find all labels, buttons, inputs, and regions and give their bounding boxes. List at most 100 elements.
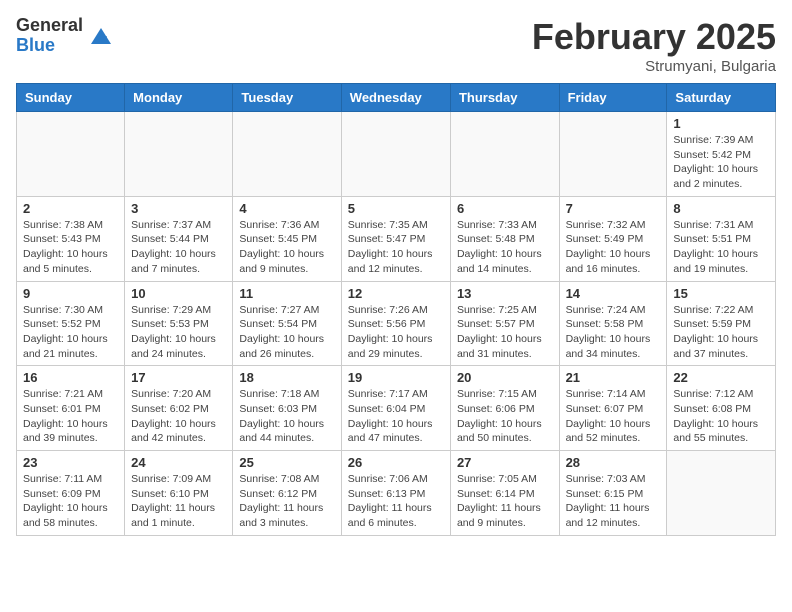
day-number: 13: [457, 286, 553, 301]
day-number: 19: [348, 370, 444, 385]
day-info: Sunrise: 7:35 AM Sunset: 5:47 PM Dayligh…: [348, 218, 444, 277]
day-number: 15: [673, 286, 769, 301]
empty-day: [341, 112, 450, 197]
day-info: Sunrise: 7:09 AM Sunset: 6:10 PM Dayligh…: [131, 472, 226, 531]
day-number: 14: [566, 286, 661, 301]
calendar-day: 11 Sunrise: 7:27 AM Sunset: 5:54 PM Dayli…: [233, 281, 341, 366]
calendar-day: 8 Sunrise: 7:31 AM Sunset: 5:51 PM Daylig…: [667, 196, 776, 281]
day-info: Sunrise: 7:20 AM Sunset: 6:02 PM Dayligh…: [131, 387, 226, 446]
calendar-day: 16 Sunrise: 7:21 AM Sunset: 6:01 PM Dayli…: [17, 366, 125, 451]
day-info: Sunrise: 7:39 AM Sunset: 5:42 PM Dayligh…: [673, 133, 769, 192]
day-info: Sunrise: 7:18 AM Sunset: 6:03 PM Dayligh…: [239, 387, 334, 446]
day-number: 21: [566, 370, 661, 385]
day-info: Sunrise: 7:17 AM Sunset: 6:04 PM Dayligh…: [348, 387, 444, 446]
day-number: 23: [23, 455, 118, 470]
calendar-day: 12 Sunrise: 7:26 AM Sunset: 5:56 PM Dayli…: [341, 281, 450, 366]
empty-day: [667, 451, 776, 536]
calendar-day: 21 Sunrise: 7:14 AM Sunset: 6:07 PM Dayli…: [559, 366, 667, 451]
weekday-header: Saturday: [667, 84, 776, 112]
logo-text: General Blue: [16, 16, 83, 56]
day-number: 22: [673, 370, 769, 385]
calendar-day: 7 Sunrise: 7:32 AM Sunset: 5:49 PM Daylig…: [559, 196, 667, 281]
weekday-header: Tuesday: [233, 84, 341, 112]
calendar-day: 3Sunrise: 7:37 AM Sunset: 5:44 PM Daylig…: [125, 196, 233, 281]
day-info: Sunrise: 7:11 AM Sunset: 6:09 PM Dayligh…: [23, 472, 118, 531]
calendar-day: 19 Sunrise: 7:17 AM Sunset: 6:04 PM Dayli…: [341, 366, 450, 451]
calendar-day: 23 Sunrise: 7:11 AM Sunset: 6:09 PM Dayli…: [17, 451, 125, 536]
day-info: Sunrise: 7:27 AM Sunset: 5:54 PM Dayligh…: [239, 303, 334, 362]
calendar-day: 17 Sunrise: 7:20 AM Sunset: 6:02 PM Dayli…: [125, 366, 233, 451]
day-number: 25: [239, 455, 334, 470]
day-number: 24: [131, 455, 226, 470]
calendar-day: 4 Sunrise: 7:36 AM Sunset: 5:45 PM Daylig…: [233, 196, 341, 281]
day-number: 28: [566, 455, 661, 470]
calendar-day: 1Sunrise: 7:39 AM Sunset: 5:42 PM Daylig…: [667, 112, 776, 197]
day-number: 18: [239, 370, 334, 385]
day-info: Sunrise: 7:25 AM Sunset: 5:57 PM Dayligh…: [457, 303, 553, 362]
weekday-header: Thursday: [450, 84, 559, 112]
calendar-day: 27 Sunrise: 7:05 AM Sunset: 6:14 PM Dayli…: [450, 451, 559, 536]
day-info: Sunrise: 7:06 AM Sunset: 6:13 PM Dayligh…: [348, 472, 444, 531]
day-info: Sunrise: 7:03 AM Sunset: 6:15 PM Dayligh…: [566, 472, 661, 531]
day-number: 26: [348, 455, 444, 470]
day-info: Sunrise: 7:08 AM Sunset: 6:12 PM Dayligh…: [239, 472, 334, 531]
day-number: 20: [457, 370, 553, 385]
logo: General Blue: [16, 16, 115, 56]
day-info: Sunrise: 7:33 AM Sunset: 5:48 PM Dayligh…: [457, 218, 553, 277]
day-info: Sunrise: 7:12 AM Sunset: 6:08 PM Dayligh…: [673, 387, 769, 446]
empty-day: [17, 112, 125, 197]
day-number: 5: [348, 201, 444, 216]
logo-blue: Blue: [16, 36, 83, 56]
day-number: 2: [23, 201, 118, 216]
day-info: Sunrise: 7:24 AM Sunset: 5:58 PM Dayligh…: [566, 303, 661, 362]
weekday-header: Sunday: [17, 84, 125, 112]
day-info: Sunrise: 7:05 AM Sunset: 6:14 PM Dayligh…: [457, 472, 553, 531]
day-info: Sunrise: 7:30 AM Sunset: 5:52 PM Dayligh…: [23, 303, 118, 362]
calendar-day: 28 Sunrise: 7:03 AM Sunset: 6:15 PM Dayli…: [559, 451, 667, 536]
day-number: 12: [348, 286, 444, 301]
day-number: 27: [457, 455, 553, 470]
weekday-header: Monday: [125, 84, 233, 112]
calendar-day: 13 Sunrise: 7:25 AM Sunset: 5:57 PM Dayli…: [450, 281, 559, 366]
empty-day: [559, 112, 667, 197]
day-info: Sunrise: 7:32 AM Sunset: 5:49 PM Dayligh…: [566, 218, 661, 277]
day-info: Sunrise: 7:14 AM Sunset: 6:07 PM Dayligh…: [566, 387, 661, 446]
page-header: General Blue February 2025 Strumyani, Bu…: [16, 16, 776, 75]
month-title: February 2025: [532, 16, 776, 58]
calendar-day: 18 Sunrise: 7:18 AM Sunset: 6:03 PM Dayli…: [233, 366, 341, 451]
calendar-day: 26 Sunrise: 7:06 AM Sunset: 6:13 PM Dayli…: [341, 451, 450, 536]
title-area: February 2025 Strumyani, Bulgaria: [532, 16, 776, 75]
calendar-day: 24 Sunrise: 7:09 AM Sunset: 6:10 PM Dayli…: [125, 451, 233, 536]
day-info: Sunrise: 7:37 AM Sunset: 5:44 PM Dayligh…: [131, 218, 226, 277]
calendar-day: 5 Sunrise: 7:35 AM Sunset: 5:47 PM Daylig…: [341, 196, 450, 281]
empty-day: [233, 112, 341, 197]
calendar-day: 2 Sunrise: 7:38 AM Sunset: 5:43 PM Daylig…: [17, 196, 125, 281]
calendar-day: 22 Sunrise: 7:12 AM Sunset: 6:08 PM Dayli…: [667, 366, 776, 451]
day-info: Sunrise: 7:31 AM Sunset: 5:51 PM Dayligh…: [673, 218, 769, 277]
calendar-day: 25 Sunrise: 7:08 AM Sunset: 6:12 PM Dayli…: [233, 451, 341, 536]
empty-day: [450, 112, 559, 197]
day-number: 10: [131, 286, 226, 301]
day-number: 4: [239, 201, 334, 216]
day-number: 9: [23, 286, 118, 301]
day-info: Sunrise: 7:26 AM Sunset: 5:56 PM Dayligh…: [348, 303, 444, 362]
calendar-day: 14 Sunrise: 7:24 AM Sunset: 5:58 PM Dayli…: [559, 281, 667, 366]
day-info: Sunrise: 7:38 AM Sunset: 5:43 PM Dayligh…: [23, 218, 118, 277]
calendar-table: SundayMondayTuesdayWednesdayThursdayFrid…: [16, 83, 776, 536]
calendar-day: 15 Sunrise: 7:22 AM Sunset: 5:59 PM Dayli…: [667, 281, 776, 366]
calendar-day: 20 Sunrise: 7:15 AM Sunset: 6:06 PM Dayli…: [450, 366, 559, 451]
day-info: Sunrise: 7:22 AM Sunset: 5:59 PM Dayligh…: [673, 303, 769, 362]
weekday-header: Wednesday: [341, 84, 450, 112]
day-number: 7: [566, 201, 661, 216]
calendar-day: 9 Sunrise: 7:30 AM Sunset: 5:52 PM Daylig…: [17, 281, 125, 366]
calendar-day: 10 Sunrise: 7:29 AM Sunset: 5:53 PM Dayli…: [125, 281, 233, 366]
day-number: 11: [239, 286, 334, 301]
day-number: 16: [23, 370, 118, 385]
day-info: Sunrise: 7:21 AM Sunset: 6:01 PM Dayligh…: [23, 387, 118, 446]
day-number: 8: [673, 201, 769, 216]
day-info: Sunrise: 7:15 AM Sunset: 6:06 PM Dayligh…: [457, 387, 553, 446]
day-info: Sunrise: 7:36 AM Sunset: 5:45 PM Dayligh…: [239, 218, 334, 277]
logo-general: General: [16, 16, 83, 36]
day-info: Sunrise: 7:29 AM Sunset: 5:53 PM Dayligh…: [131, 303, 226, 362]
day-number: 17: [131, 370, 226, 385]
